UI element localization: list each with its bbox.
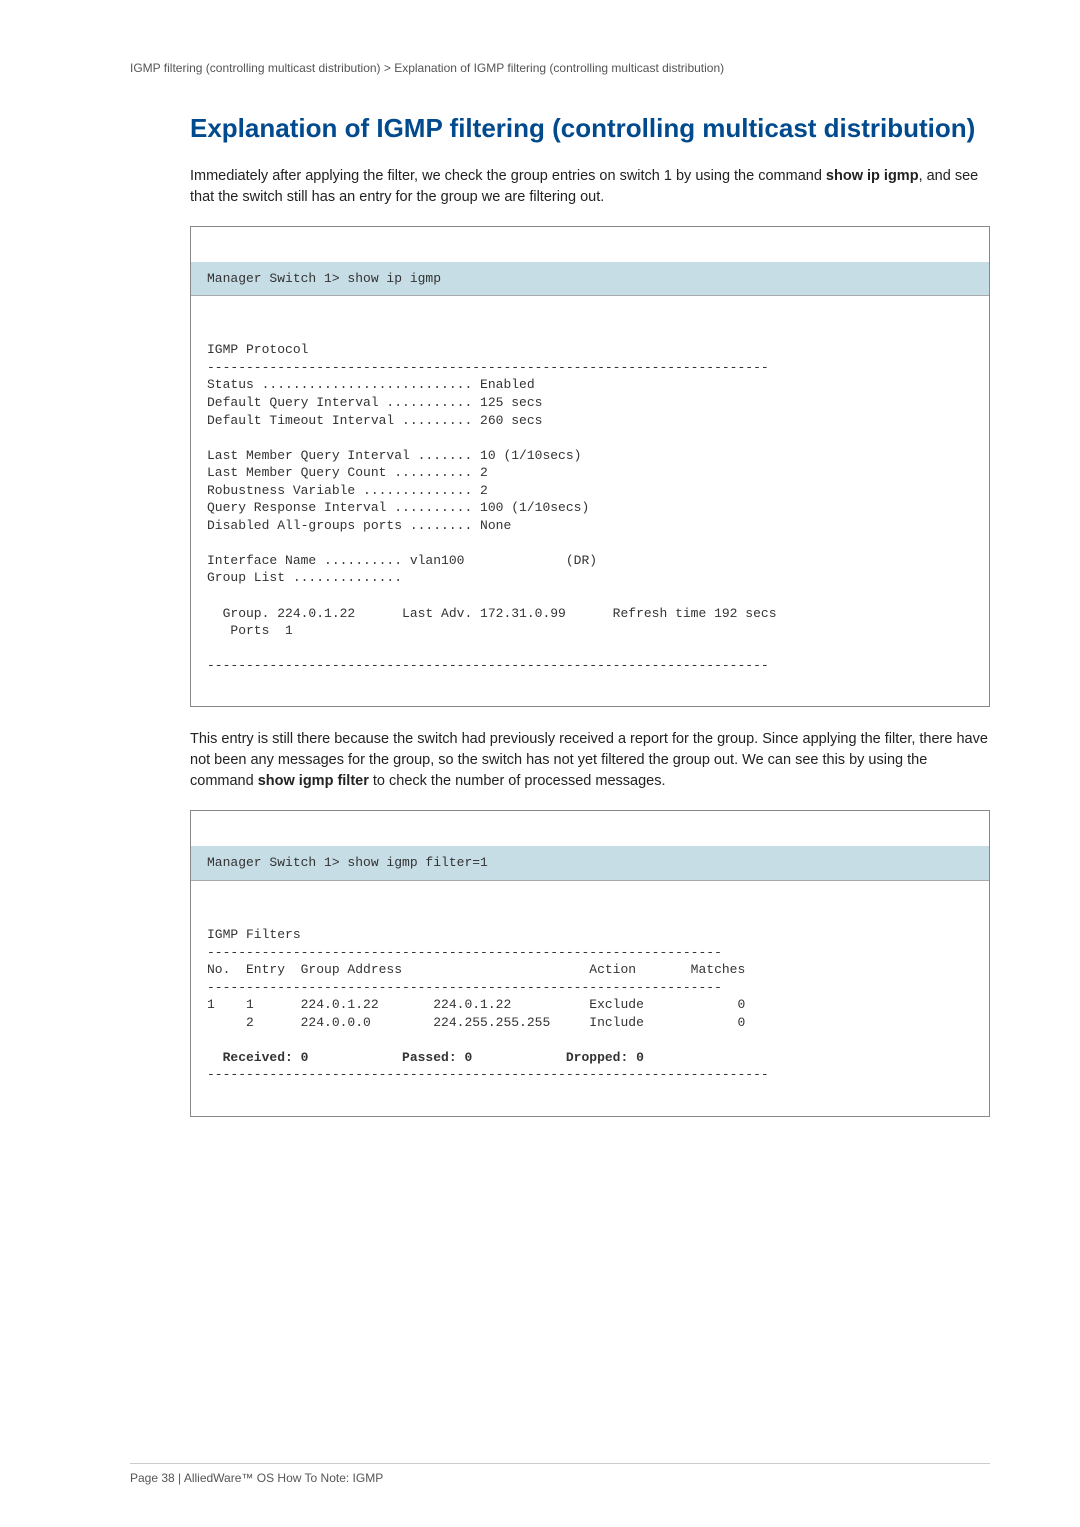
code-header-2: Manager Switch 1> show igmp filter=1 (191, 846, 989, 881)
intro-paragraph-1: Immediately after applying the filter, w… (190, 166, 990, 208)
page-footer: Page 38 | AlliedWare™ OS How To Note: IG… (130, 1463, 990, 1487)
para2-text-b: to check the number of processed message… (369, 773, 666, 789)
code-body-2: IGMP Filters ---------------------------… (191, 916, 989, 1098)
code-block-show-igmp-filter: Manager Switch 1> show igmp filter=1 IGM… (190, 810, 990, 1116)
code-header-1: Manager Switch 1> show ip igmp (191, 262, 989, 297)
intro-paragraph-2: This entry is still there because the sw… (190, 729, 990, 792)
heading-part2: filtering (controlling multicast distrib… (442, 113, 975, 143)
heading-part1: Explanation of (190, 113, 376, 143)
command-show-igmp-filter: show igmp filter (258, 773, 369, 789)
breadcrumb: IGMP filtering (controlling multicast di… (130, 60, 990, 77)
command-show-ip-igmp: show ip igmp (826, 168, 919, 184)
heading-igmp: IGMP (376, 113, 442, 143)
code-body-1: IGMP Protocol --------------------------… (191, 331, 989, 688)
para1-text-a: Immediately after applying the filter, w… (190, 168, 826, 184)
page-title: Explanation of IGMP filtering (controlli… (190, 112, 990, 146)
code-block-show-ip-igmp: Manager Switch 1> show ip igmp IGMP Prot… (190, 226, 990, 708)
